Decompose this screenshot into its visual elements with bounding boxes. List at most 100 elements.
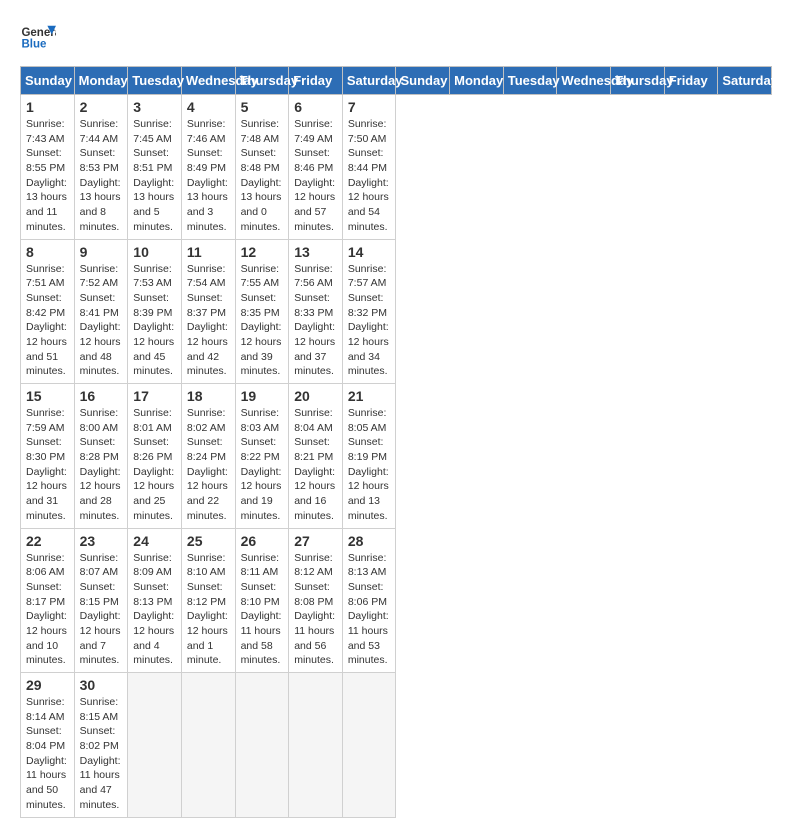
- weekday-header-monday: Monday: [450, 67, 504, 95]
- weekday-header-thursday: Thursday: [611, 67, 665, 95]
- day-info: Sunrise: 7:46 AMSunset: 8:49 PMDaylight:…: [187, 117, 230, 235]
- weekday-header-wednesday: Wednesday: [181, 67, 235, 95]
- calendar-cell: 15 Sunrise: 7:59 AMSunset: 8:30 PMDaylig…: [21, 384, 75, 529]
- calendar-cell: [235, 673, 289, 818]
- day-number: 16: [80, 388, 123, 404]
- day-number: 28: [348, 533, 391, 549]
- calendar-cell: 27 Sunrise: 8:12 AMSunset: 8:08 PMDaylig…: [289, 528, 343, 673]
- weekday-header-friday: Friday: [289, 67, 343, 95]
- calendar-cell: 2 Sunrise: 7:44 AMSunset: 8:53 PMDayligh…: [74, 95, 128, 240]
- day-info: Sunrise: 8:10 AMSunset: 8:12 PMDaylight:…: [187, 551, 230, 669]
- calendar-cell: 4 Sunrise: 7:46 AMSunset: 8:49 PMDayligh…: [181, 95, 235, 240]
- calendar-week-2: 8 Sunrise: 7:51 AMSunset: 8:42 PMDayligh…: [21, 239, 772, 384]
- day-info: Sunrise: 8:15 AMSunset: 8:02 PMDaylight:…: [80, 695, 123, 813]
- day-info: Sunrise: 7:48 AMSunset: 8:48 PMDaylight:…: [241, 117, 284, 235]
- day-number: 11: [187, 244, 230, 260]
- day-info: Sunrise: 7:56 AMSunset: 8:33 PMDaylight:…: [294, 262, 337, 380]
- calendar-cell: 28 Sunrise: 8:13 AMSunset: 8:06 PMDaylig…: [342, 528, 396, 673]
- day-number: 21: [348, 388, 391, 404]
- day-number: 8: [26, 244, 69, 260]
- day-number: 1: [26, 99, 69, 115]
- svg-text:Blue: Blue: [21, 38, 47, 50]
- calendar-cell: 26 Sunrise: 8:11 AMSunset: 8:10 PMDaylig…: [235, 528, 289, 673]
- calendar-cell: 17 Sunrise: 8:01 AMSunset: 8:26 PMDaylig…: [128, 384, 182, 529]
- day-number: 15: [26, 388, 69, 404]
- day-number: 24: [133, 533, 176, 549]
- calendar-cell: 23 Sunrise: 8:07 AMSunset: 8:15 PMDaylig…: [74, 528, 128, 673]
- day-info: Sunrise: 8:13 AMSunset: 8:06 PMDaylight:…: [348, 551, 391, 669]
- day-number: 22: [26, 533, 69, 549]
- day-number: 29: [26, 677, 69, 693]
- day-number: 25: [187, 533, 230, 549]
- day-number: 30: [80, 677, 123, 693]
- weekday-header-row: SundayMondayTuesdayWednesdayThursdayFrid…: [21, 67, 772, 95]
- day-info: Sunrise: 7:55 AMSunset: 8:35 PMDaylight:…: [241, 262, 284, 380]
- calendar-cell: 10 Sunrise: 7:53 AMSunset: 8:39 PMDaylig…: [128, 239, 182, 384]
- day-info: Sunrise: 7:57 AMSunset: 8:32 PMDaylight:…: [348, 262, 391, 380]
- calendar-cell: 13 Sunrise: 7:56 AMSunset: 8:33 PMDaylig…: [289, 239, 343, 384]
- calendar-cell: 3 Sunrise: 7:45 AMSunset: 8:51 PMDayligh…: [128, 95, 182, 240]
- calendar-cell: 11 Sunrise: 7:54 AMSunset: 8:37 PMDaylig…: [181, 239, 235, 384]
- calendar-cell: 6 Sunrise: 7:49 AMSunset: 8:46 PMDayligh…: [289, 95, 343, 240]
- day-info: Sunrise: 8:03 AMSunset: 8:22 PMDaylight:…: [241, 406, 284, 524]
- day-info: Sunrise: 7:51 AMSunset: 8:42 PMDaylight:…: [26, 262, 69, 380]
- day-number: 5: [241, 99, 284, 115]
- day-number: 26: [241, 533, 284, 549]
- day-number: 6: [294, 99, 337, 115]
- day-info: Sunrise: 8:05 AMSunset: 8:19 PMDaylight:…: [348, 406, 391, 524]
- day-info: Sunrise: 8:06 AMSunset: 8:17 PMDaylight:…: [26, 551, 69, 669]
- calendar-cell: 22 Sunrise: 8:06 AMSunset: 8:17 PMDaylig…: [21, 528, 75, 673]
- day-info: Sunrise: 8:07 AMSunset: 8:15 PMDaylight:…: [80, 551, 123, 669]
- calendar-cell: 5 Sunrise: 7:48 AMSunset: 8:48 PMDayligh…: [235, 95, 289, 240]
- calendar-cell: [289, 673, 343, 818]
- day-info: Sunrise: 8:12 AMSunset: 8:08 PMDaylight:…: [294, 551, 337, 669]
- day-number: 13: [294, 244, 337, 260]
- weekday-header-thursday: Thursday: [235, 67, 289, 95]
- calendar-cell: 9 Sunrise: 7:52 AMSunset: 8:41 PMDayligh…: [74, 239, 128, 384]
- day-number: 4: [187, 99, 230, 115]
- calendar-cell: 24 Sunrise: 8:09 AMSunset: 8:13 PMDaylig…: [128, 528, 182, 673]
- day-info: Sunrise: 7:52 AMSunset: 8:41 PMDaylight:…: [80, 262, 123, 380]
- day-info: Sunrise: 8:01 AMSunset: 8:26 PMDaylight:…: [133, 406, 176, 524]
- day-info: Sunrise: 8:04 AMSunset: 8:21 PMDaylight:…: [294, 406, 337, 524]
- page-header: General Blue: [20, 20, 772, 56]
- day-number: 12: [241, 244, 284, 260]
- day-number: 14: [348, 244, 391, 260]
- calendar-cell: 20 Sunrise: 8:04 AMSunset: 8:21 PMDaylig…: [289, 384, 343, 529]
- calendar-cell: 19 Sunrise: 8:03 AMSunset: 8:22 PMDaylig…: [235, 384, 289, 529]
- calendar-cell: 30 Sunrise: 8:15 AMSunset: 8:02 PMDaylig…: [74, 673, 128, 818]
- day-number: 23: [80, 533, 123, 549]
- calendar-week-3: 15 Sunrise: 7:59 AMSunset: 8:30 PMDaylig…: [21, 384, 772, 529]
- day-info: Sunrise: 8:00 AMSunset: 8:28 PMDaylight:…: [80, 406, 123, 524]
- calendar-cell: 1 Sunrise: 7:43 AMSunset: 8:55 PMDayligh…: [21, 95, 75, 240]
- calendar-cell: 14 Sunrise: 7:57 AMSunset: 8:32 PMDaylig…: [342, 239, 396, 384]
- weekday-header-friday: Friday: [664, 67, 718, 95]
- day-number: 10: [133, 244, 176, 260]
- calendar-cell: 29 Sunrise: 8:14 AMSunset: 8:04 PMDaylig…: [21, 673, 75, 818]
- day-info: Sunrise: 7:50 AMSunset: 8:44 PMDaylight:…: [348, 117, 391, 235]
- day-info: Sunrise: 7:43 AMSunset: 8:55 PMDaylight:…: [26, 117, 69, 235]
- day-info: Sunrise: 7:53 AMSunset: 8:39 PMDaylight:…: [133, 262, 176, 380]
- day-number: 3: [133, 99, 176, 115]
- calendar-cell: [181, 673, 235, 818]
- calendar-cell: 21 Sunrise: 8:05 AMSunset: 8:19 PMDaylig…: [342, 384, 396, 529]
- weekday-header-sunday: Sunday: [21, 67, 75, 95]
- day-info: Sunrise: 7:49 AMSunset: 8:46 PMDaylight:…: [294, 117, 337, 235]
- calendar-table: SundayMondayTuesdayWednesdayThursdayFrid…: [20, 66, 772, 818]
- calendar-cell: [342, 673, 396, 818]
- day-info: Sunrise: 8:11 AMSunset: 8:10 PMDaylight:…: [241, 551, 284, 669]
- weekday-header-saturday: Saturday: [718, 67, 772, 95]
- calendar-cell: 18 Sunrise: 8:02 AMSunset: 8:24 PMDaylig…: [181, 384, 235, 529]
- day-info: Sunrise: 7:54 AMSunset: 8:37 PMDaylight:…: [187, 262, 230, 380]
- day-number: 19: [241, 388, 284, 404]
- weekday-header-sunday: Sunday: [396, 67, 450, 95]
- weekday-header-monday: Monday: [74, 67, 128, 95]
- day-info: Sunrise: 8:09 AMSunset: 8:13 PMDaylight:…: [133, 551, 176, 669]
- calendar-week-5: 29 Sunrise: 8:14 AMSunset: 8:04 PMDaylig…: [21, 673, 772, 818]
- weekday-header-tuesday: Tuesday: [128, 67, 182, 95]
- logo: General Blue: [20, 20, 56, 56]
- calendar-cell: 7 Sunrise: 7:50 AMSunset: 8:44 PMDayligh…: [342, 95, 396, 240]
- calendar-cell: 25 Sunrise: 8:10 AMSunset: 8:12 PMDaylig…: [181, 528, 235, 673]
- weekday-header-tuesday: Tuesday: [503, 67, 557, 95]
- calendar-week-4: 22 Sunrise: 8:06 AMSunset: 8:17 PMDaylig…: [21, 528, 772, 673]
